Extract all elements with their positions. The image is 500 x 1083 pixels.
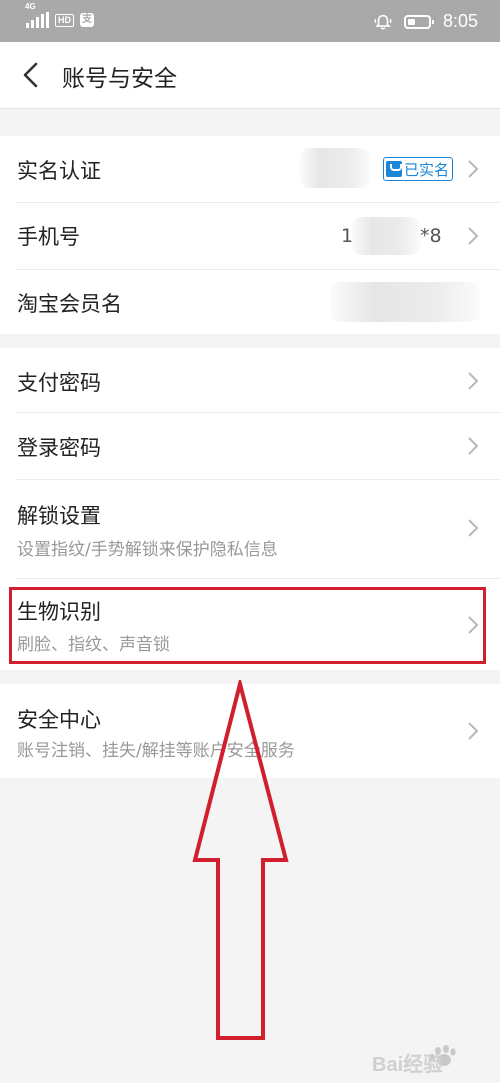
- row-unlock-settings[interactable]: 解锁设置 设置指纹/手势解锁来保护隐私信息: [0, 480, 500, 578]
- row-label: 手机号: [17, 225, 80, 249]
- baidu-jingyan-watermark: Bai经验: [372, 1045, 456, 1076]
- chevron-right-icon: [468, 372, 479, 390]
- verified-user-icon: [386, 161, 402, 177]
- masked-taobao-value: [330, 282, 480, 322]
- chevron-right-icon: [468, 160, 479, 178]
- signal-icon: 4G: [25, 2, 49, 28]
- row-label: 解锁设置: [17, 504, 101, 528]
- alipay-notification-icon: 支: [80, 13, 94, 27]
- verified-badge: 已实名: [383, 157, 454, 181]
- row-real-name[interactable]: 实名认证 已实名: [0, 136, 500, 202]
- vibrate-bell-icon: [374, 14, 392, 29]
- masked-phone-value: [352, 217, 420, 255]
- row-login-password[interactable]: 登录密码: [0, 413, 500, 479]
- row-taobao-name[interactable]: 淘宝会员名: [0, 270, 500, 334]
- status-bar: 4G HD 支 8:05: [0, 0, 500, 42]
- verified-badge-label: 已实名: [404, 160, 450, 179]
- row-label: 安全中心: [17, 708, 101, 732]
- chevron-right-icon: [468, 227, 479, 245]
- row-subtitle: 设置指纹/手势解锁来保护隐私信息: [17, 540, 278, 560]
- chevron-right-icon: [468, 722, 479, 740]
- battery-icon: [403, 14, 434, 29]
- network-type: 4G: [25, 2, 36, 11]
- row-pay-password[interactable]: 支付密码: [0, 348, 500, 412]
- back-arrow-icon[interactable]: [16, 60, 46, 90]
- row-label: 淘宝会员名: [17, 292, 122, 316]
- status-right: 8:05: [374, 11, 478, 32]
- chevron-right-icon: [468, 519, 479, 537]
- status-left: 4G HD 支: [25, 2, 94, 28]
- clock: 8:05: [442, 11, 478, 31]
- row-phone[interactable]: 手机号 1 *8: [0, 203, 500, 269]
- masked-name-value: [300, 148, 370, 188]
- account-info-group: 实名认证 已实名 手机号 1 *8 淘宝会员名: [0, 136, 500, 334]
- chevron-right-icon: [468, 437, 479, 455]
- row-label: 支付密码: [17, 371, 101, 395]
- row-label: 实名认证: [17, 159, 101, 183]
- phone-value-end: *8: [420, 225, 442, 247]
- up-arrow-annotation: [192, 680, 289, 1040]
- page-title: 账号与安全: [62, 66, 177, 92]
- watermark-text: Bai经验: [372, 1052, 443, 1076]
- row-label: 登录密码: [17, 436, 101, 460]
- highlight-box: [9, 587, 486, 664]
- hd-badge: HD: [55, 13, 74, 27]
- nav-bar: 账号与安全: [0, 42, 500, 109]
